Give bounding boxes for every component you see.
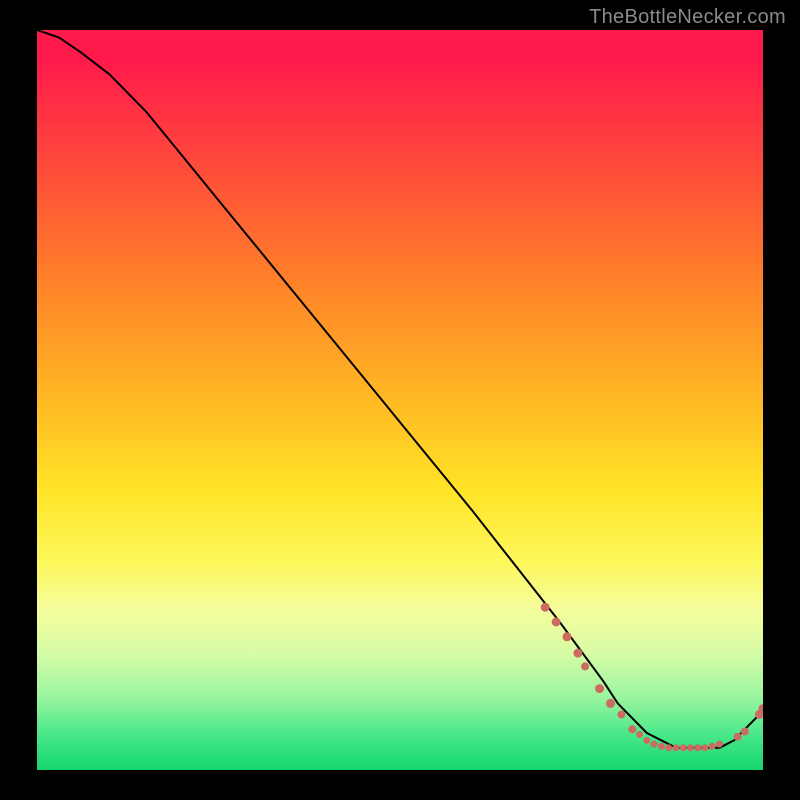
marker-dot <box>709 743 715 749</box>
marker-dot <box>552 618 560 626</box>
watermark-text: TheBottleNecker.com <box>589 6 786 29</box>
marker-dot <box>759 705 763 713</box>
marker-dot <box>541 603 549 611</box>
marker-dot <box>574 649 582 657</box>
marker-dot <box>629 726 636 733</box>
marker-dot <box>695 745 701 751</box>
marker-dot <box>702 745 708 751</box>
marker-dot <box>618 711 625 718</box>
marker-group <box>541 603 763 751</box>
marker-dot <box>687 745 693 751</box>
plot-area <box>37 30 763 770</box>
marker-dot <box>596 685 604 693</box>
marker-dot <box>673 745 679 751</box>
marker-dot <box>607 699 615 707</box>
marker-dot <box>680 745 686 751</box>
marker-dot <box>644 737 650 743</box>
marker-dot <box>658 743 664 749</box>
marker-dot <box>651 741 657 747</box>
marker-dot <box>582 663 589 670</box>
marker-dot <box>741 728 748 735</box>
curve-svg <box>37 30 763 770</box>
bottleneck-curve <box>37 30 763 748</box>
chart-stage: TheBottleNecker.com <box>0 0 800 800</box>
marker-dot <box>666 745 672 751</box>
marker-dot <box>563 633 571 641</box>
marker-dot <box>716 741 722 747</box>
marker-dot <box>637 732 643 738</box>
marker-dot <box>734 733 741 740</box>
